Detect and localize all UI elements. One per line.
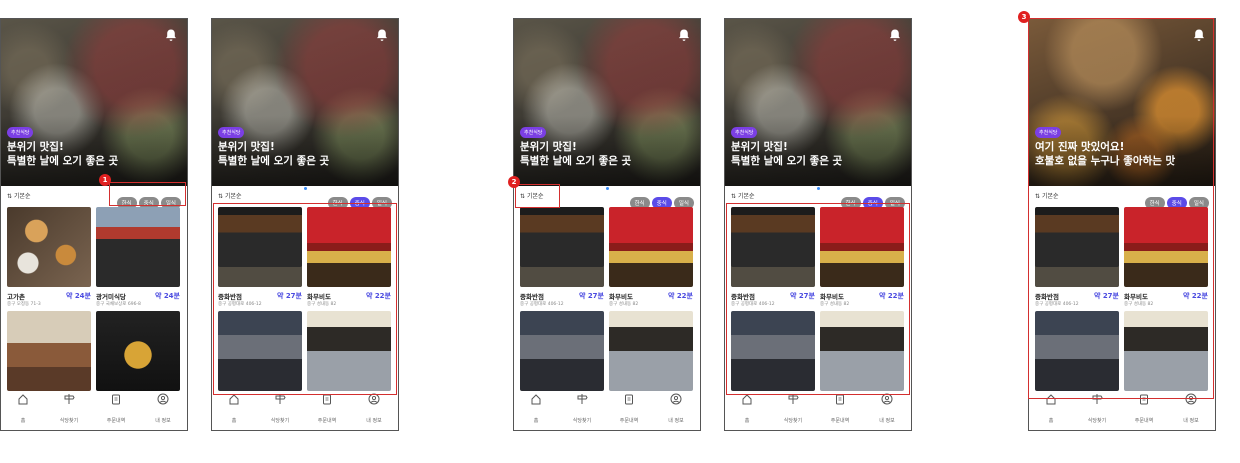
- restaurant-address: 중구 오정동 71-3: [7, 302, 41, 307]
- tab-orders[interactable]: 주문내역: [609, 393, 649, 426]
- delivery-time: 약 24분: [65, 292, 91, 300]
- signpost-icon: [577, 394, 588, 404]
- restaurant-address: 중구 국채보상로 696-8: [96, 302, 141, 307]
- restaurant-photo: [96, 207, 180, 287]
- bell-icon[interactable]: [375, 28, 389, 42]
- delivery-time: 약 22분: [667, 292, 693, 300]
- hero-title: 분위기 맛집! 특별한 날에 오기 좋은 곳: [520, 141, 632, 167]
- clipboard-icon: [112, 394, 120, 405]
- recommend-badge: 추천식당: [520, 127, 547, 138]
- tab-orders[interactable]: 주문내역: [820, 393, 860, 426]
- tab-my-info[interactable]: 내 정보: [867, 393, 907, 426]
- restaurant-photo: [96, 311, 180, 391]
- bell-icon[interactable]: [677, 28, 691, 42]
- bottom-tab-bar: 홈 식당찾기 주문내역 내 정보: [725, 393, 911, 430]
- home-icon: [18, 394, 28, 405]
- restaurant-photo: [7, 207, 91, 287]
- hero-title: 분위기 맛집! 특별한 날에 오기 좋은 곳: [731, 141, 843, 167]
- hero-title: 분위기 맛집! 특별한 날에 오기 좋은 곳: [7, 141, 119, 167]
- screen-sort: 추천식당 분위기 맛집! 특별한 날에 오기 좋은 곳 ⇅ 기본순 한식 중식 일식…: [513, 18, 701, 431]
- tab-find-restaurant[interactable]: 식당찾기: [773, 393, 813, 426]
- bell-icon[interactable]: [888, 28, 902, 42]
- restaurant-name: 화무비도: [609, 293, 633, 301]
- hero-banner[interactable]: 추천식당 분위기 맛집! 특별한 날에 오기 좋은 곳: [1, 19, 187, 186]
- highlight-category-chips: [109, 182, 186, 206]
- tab-my-info[interactable]: 내 정보: [354, 393, 394, 426]
- tab-orders[interactable]: 주문내역: [307, 393, 347, 426]
- signpost-icon: [64, 394, 75, 404]
- delivery-time: 약 24분: [154, 292, 180, 300]
- tab-home[interactable]: 홈: [727, 393, 767, 426]
- restaurant-photo: [520, 207, 604, 287]
- restaurant-name: 중화반점: [520, 293, 544, 301]
- carousel-dots: [514, 175, 700, 194]
- restaurant-name: 고가촌: [7, 293, 25, 301]
- tab-home[interactable]: 홈: [214, 393, 254, 426]
- restaurant-name: 광거미식당: [96, 293, 126, 301]
- recommend-badge: 추천식당: [218, 127, 245, 138]
- user-icon: [157, 393, 169, 405]
- bottom-tab-bar: 홈 식당찾기 주문내역 내 정보: [1029, 393, 1215, 430]
- highlight-restaurant-grid: [726, 203, 910, 395]
- carousel-dots: [212, 175, 398, 194]
- hero-banner[interactable]: 추천식당 분위기 맛집! 특별한 날에 오기 좋은 곳: [725, 19, 911, 190]
- tab-orders[interactable]: 주문내역: [96, 393, 136, 426]
- hero-title: 여기 진짜 맛있어요! 호불호 없을 누구나 좋아하는 맛: [1035, 141, 1176, 167]
- tab-my-info[interactable]: 내 정보: [143, 393, 183, 426]
- tab-home[interactable]: 홈: [516, 393, 556, 426]
- screen-korean: 추천식당 분위기 맛집! 특별한 날에 오기 좋은 곳 ⇅ 기본순 한식 중식 일식…: [0, 18, 188, 431]
- bottom-tab-bar: 홈 식당찾기 주문내역 내 정보: [514, 393, 700, 430]
- highlight-restaurant-grid: [213, 203, 397, 395]
- restaurant-photo: [609, 207, 693, 287]
- sort-button[interactable]: ⇅ 기본순: [7, 191, 31, 200]
- bell-icon[interactable]: [164, 28, 178, 42]
- delivery-time: 약 27분: [578, 292, 604, 300]
- restaurant-photo: [609, 311, 693, 391]
- tab-find-restaurant[interactable]: 식당찾기: [260, 393, 300, 426]
- clipboard-icon: [625, 394, 633, 405]
- tab-my-info[interactable]: 내 정보: [656, 393, 696, 426]
- restaurant-grid: 중화반점 약 27분 중구 공평대로 406-12 화무비도 약 22분 중구 …: [514, 207, 700, 399]
- step-marker-3: 3: [1018, 11, 1030, 23]
- tab-find-restaurant[interactable]: 식당찾기: [49, 393, 89, 426]
- hero-title: 분위기 맛집! 특별한 날에 오기 좋은 곳: [218, 141, 330, 167]
- restaurant-address: 중구 공평대로 406-12: [520, 302, 564, 307]
- restaurant-address: 중구 성내동 82: [609, 302, 639, 307]
- hero-banner[interactable]: 추천식당 분위기 맛집! 특별한 날에 오기 좋은 곳: [212, 19, 398, 190]
- carousel-dots: [725, 175, 911, 194]
- bell-icon[interactable]: [1192, 28, 1206, 42]
- bottom-tab-bar: 홈 식당찾기 주문내역 내 정보: [1, 393, 187, 430]
- step-marker-1: 1: [99, 174, 111, 186]
- home-icon: [531, 394, 541, 405]
- tab-find-restaurant[interactable]: 식당찾기: [562, 393, 602, 426]
- hero-banner[interactable]: 추천식당 분위기 맛집! 특별한 날에 오기 좋은 곳: [514, 19, 700, 190]
- tab-home[interactable]: 홈: [3, 393, 43, 426]
- restaurant-photo: [7, 311, 91, 391]
- bottom-tab-bar: 홈 식당찾기 주문내역 내 정보: [212, 393, 398, 430]
- restaurant-grid: 고가촌 약 24분 중구 오정동 71-3 광거미식당 약 24분 중구 국채보…: [1, 207, 187, 399]
- recommend-badge: 추천식당: [1035, 127, 1062, 138]
- user-icon: [670, 393, 682, 405]
- highlight-hero-banner: [1028, 18, 1214, 399]
- restaurant-photo: [520, 311, 604, 391]
- recommend-badge: 추천식당: [731, 127, 758, 138]
- recommend-badge: 추천식당: [7, 127, 34, 138]
